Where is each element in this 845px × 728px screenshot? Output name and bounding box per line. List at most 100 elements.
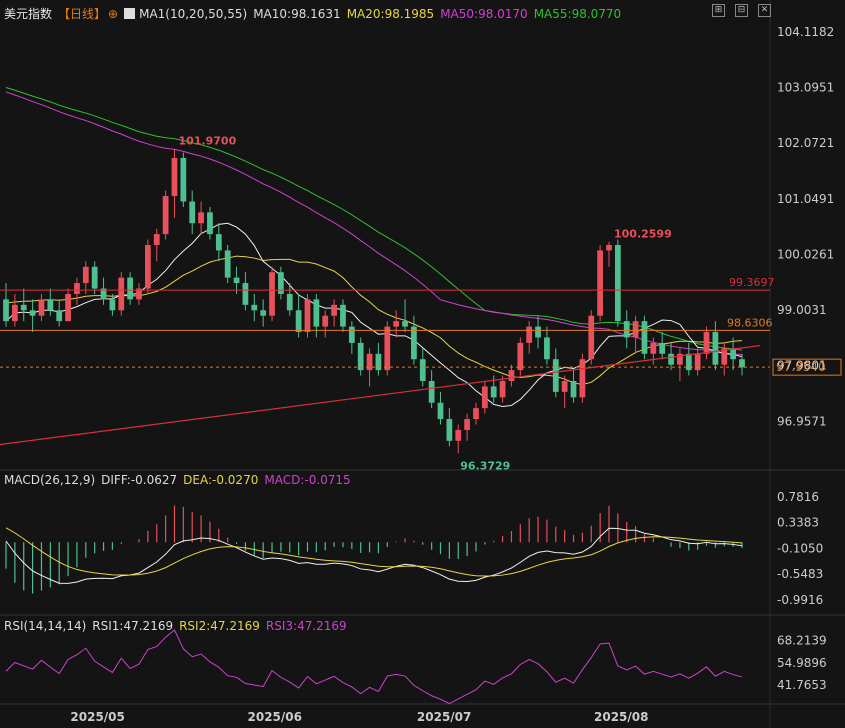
candle-body — [251, 304, 258, 311]
candle-body — [712, 332, 719, 365]
candle-body — [171, 157, 178, 197]
candle-body — [65, 293, 71, 322]
crosshair-icon[interactable]: ⊞ — [712, 4, 725, 17]
annotation-high: 101.9700 — [178, 135, 236, 148]
ma55-line — [5, 87, 743, 351]
candle-body — [739, 359, 745, 368]
candle-body — [340, 304, 346, 327]
candle-body — [588, 315, 595, 360]
ma50-line — [5, 91, 743, 356]
candle-body — [118, 277, 125, 311]
candle-body — [242, 283, 249, 305]
candle-body — [659, 342, 666, 354]
candle-body — [269, 272, 275, 316]
ma55-value: MA55:98.0770 — [533, 7, 622, 21]
candle-body — [224, 250, 231, 278]
candle-body — [464, 419, 470, 430]
candle-body — [109, 299, 116, 311]
ma10-value: MA10:98.1631 — [253, 7, 341, 21]
candle-body — [623, 321, 630, 338]
price-axis-tick: 103.0951 — [777, 81, 834, 95]
candle-body — [393, 321, 400, 327]
price-axis-tick: 104.1182 — [777, 25, 834, 39]
candle-body — [535, 326, 541, 338]
candle-body — [180, 157, 187, 202]
candle-body — [91, 266, 98, 289]
rsi2-value: RSI2:47.2169 — [179, 619, 260, 633]
price-axis-tick: 96.9571 — [777, 414, 827, 428]
compare-icon[interactable]: ⊟ — [735, 4, 748, 17]
macd-header: MACD(26,12,9) DIFF:-0.0627 DEA:-0.0270 MACD… — [4, 473, 357, 487]
macd-dea: DEA:-0.0270 — [183, 473, 259, 487]
price-axis-tick: 99.0031 — [777, 303, 827, 317]
candle-body — [473, 408, 479, 420]
rsi-label: RSI(14,14,14) — [4, 619, 87, 633]
indicator-icon[interactable] — [124, 8, 136, 19]
settings-icon[interactable]: ⊕ — [108, 7, 118, 21]
candle-body — [56, 310, 63, 322]
candle-body — [233, 277, 240, 284]
rsi1-value: RSI1:47.2169 — [92, 619, 174, 633]
price-axis-tick: 101.0491 — [777, 192, 834, 206]
candle-body — [632, 321, 639, 338]
candle-body — [322, 315, 329, 327]
candle-body — [357, 342, 364, 371]
macd-axis-tick: 0.7816 — [777, 490, 819, 504]
close-icon[interactable]: ✕ — [758, 4, 771, 17]
ma20-value: MA20:98.1985 — [346, 7, 435, 21]
candle-body — [614, 245, 621, 322]
candle-body — [3, 299, 9, 322]
candle-body — [295, 310, 302, 333]
candle-body — [411, 326, 417, 360]
annotation-low: 96.3729 — [460, 459, 510, 472]
candle-body — [703, 332, 710, 354]
candle-body — [20, 304, 27, 311]
macd-dea-line — [5, 527, 743, 577]
candle-body — [74, 283, 80, 294]
rsi-axis-tick: 41.7653 — [777, 678, 827, 692]
candle-body — [455, 429, 462, 441]
candle-body — [331, 304, 337, 316]
candle-body — [384, 326, 391, 371]
candle-body — [579, 359, 586, 398]
candle-body — [38, 299, 45, 316]
candle-body — [606, 245, 612, 251]
candle-body — [641, 321, 648, 354]
candle-body — [570, 380, 577, 398]
candle-body — [304, 299, 311, 333]
candle-body — [286, 293, 293, 311]
candle-body — [153, 234, 160, 245]
candle-body — [446, 419, 453, 441]
candle-body — [198, 212, 204, 224]
rsi3-value: RSI3:47.2169 — [265, 619, 347, 633]
rsi-header: RSI(14,14,14) RSI1:47.2169 RSI2:47.2169 RSI… — [4, 619, 353, 633]
ma10-line — [5, 222, 743, 408]
candle-body — [597, 250, 604, 316]
candle-body — [189, 201, 196, 224]
candle-body — [730, 348, 737, 360]
annotation-high: 100.2599 — [614, 228, 672, 241]
candle-body — [11, 304, 18, 322]
candle-body — [481, 386, 488, 409]
candle-body — [544, 337, 550, 360]
support-label: 98.6306 — [727, 316, 773, 329]
macd-axis-tick: 0.3383 — [777, 516, 819, 530]
resistance-label: 99.3697 — [729, 276, 775, 289]
ma20-line — [5, 255, 743, 386]
macd-value: MACD:-0.0715 — [264, 473, 351, 487]
candle-body — [144, 245, 151, 289]
symbol-name: 美元指数 — [4, 7, 53, 21]
candle-body — [260, 310, 267, 316]
candle-body — [215, 234, 222, 251]
candle-body — [668, 353, 674, 365]
candle-body — [526, 326, 533, 343]
price-axis-tick: 102.0721 — [777, 136, 834, 150]
period-label[interactable]: 【日线】 — [58, 7, 106, 21]
price-axis-tick: 100.0261 — [777, 247, 834, 261]
candle-body — [29, 310, 36, 316]
candle-body — [517, 342, 524, 371]
main-header: 美元指数 【日线】 ⊕ MA1(10,20,50,55) MA10:98.1631 MA2… — [4, 5, 627, 22]
candle-body — [419, 359, 426, 381]
ma-label: MA1(10,20,50,55) — [139, 7, 248, 21]
rsi-axis-tick: 54.9896 — [777, 656, 827, 670]
